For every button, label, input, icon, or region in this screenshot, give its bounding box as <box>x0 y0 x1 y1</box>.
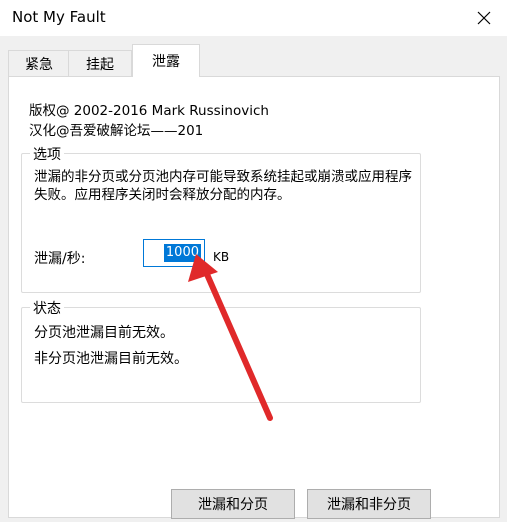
leak-nonpaged-button[interactable]: 泄漏和非分页 <box>307 489 431 519</box>
options-group-label: 选项 <box>30 144 64 164</box>
options-description: 泄漏的非分页或分页池内存可能导致系统挂起或崩溃或应用程序失败。应用程序关闭时会释… <box>34 169 412 203</box>
tab-strip: 紧急 挂起 泄露 <box>8 44 498 78</box>
nonpaged-status-text: 非分页池泄漏目前无效。 <box>34 351 188 367</box>
dialog-client: 紧急 挂起 泄露 版权@ 2002-2016 Mark Russinovich … <box>0 36 507 522</box>
tab-hang[interactable]: 挂起 <box>68 50 132 77</box>
options-group: 选项 泄漏的非分页或分页池内存可能导致系统挂起或崩溃或应用程序失败。应用程序关闭… <box>21 144 421 293</box>
tab-leak[interactable]: 泄露 <box>132 44 200 77</box>
leak-rate-input[interactable]: 1000 <box>143 239 205 267</box>
leak-paged-button[interactable]: 泄漏和分页 <box>171 489 295 519</box>
leak-nonpaged-button-label: 泄漏和非分页 <box>327 497 411 513</box>
leak-rate-label: 泄漏/秒: <box>34 251 86 267</box>
tab-label: 紧急 <box>25 57 53 73</box>
paged-status-text: 分页池泄漏目前无效。 <box>34 325 174 341</box>
leak-rate-unit: KB <box>213 250 230 264</box>
status-group: 状态 分页池泄漏目前无效。 非分页池泄漏目前无效。 <box>21 298 421 403</box>
tab-label: 挂起 <box>86 57 114 73</box>
tab-panel-leak: 版权@ 2002-2016 Mark Russinovich 汉化@吾爱破解论坛… <box>8 76 500 519</box>
tab-crash[interactable]: 紧急 <box>8 50 70 77</box>
leak-rate-value: 1000 <box>163 244 201 262</box>
status-group-label: 状态 <box>30 298 64 318</box>
close-button[interactable] <box>461 0 507 36</box>
title-bar: Not My Fault <box>0 0 507 36</box>
window-title: Not My Fault <box>12 8 106 26</box>
localization-credit: 汉化@吾爱破解论坛——201 <box>29 123 204 139</box>
close-icon <box>477 11 491 25</box>
tab-label: 泄露 <box>152 54 180 70</box>
leak-paged-button-label: 泄漏和分页 <box>198 497 268 513</box>
copyright-text: 版权@ 2002-2016 Mark Russinovich <box>29 103 269 119</box>
